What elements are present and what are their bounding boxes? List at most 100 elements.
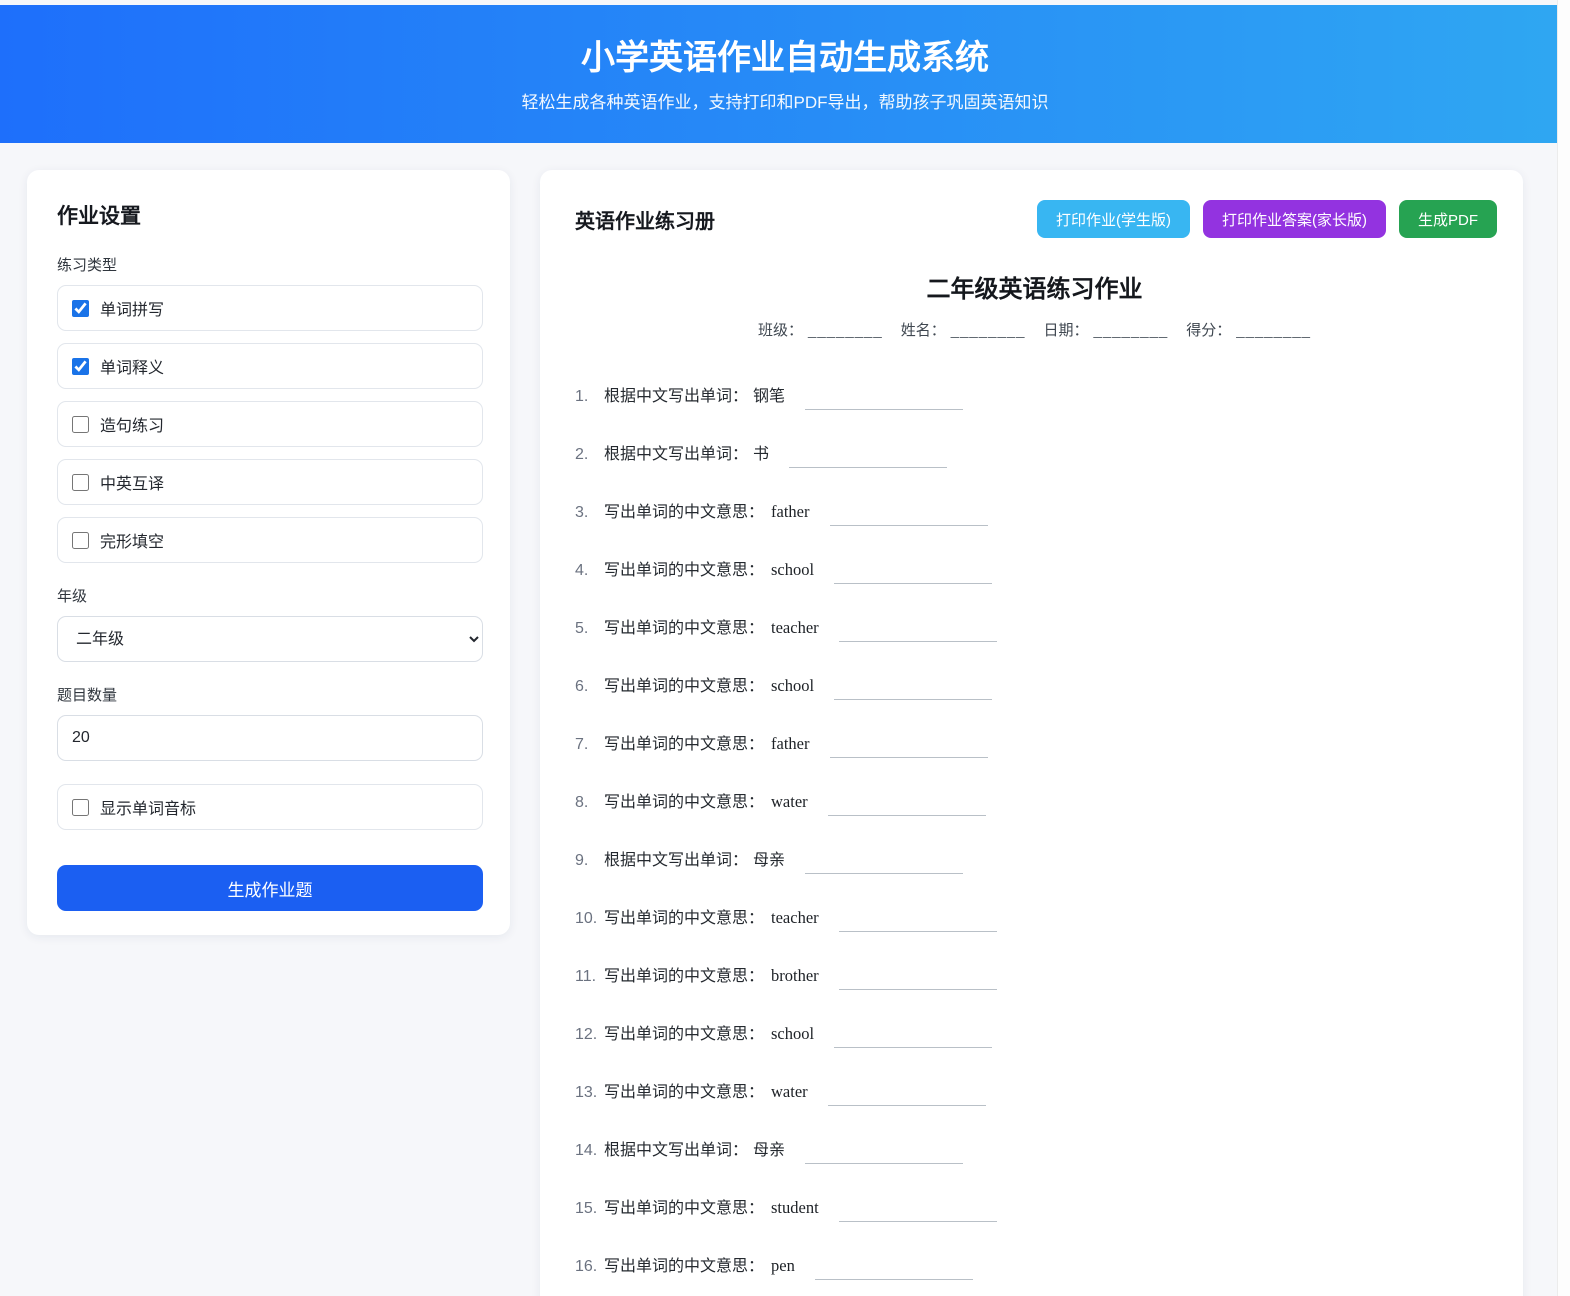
question-item: 14.根据中文写出单词：母亲: [575, 1136, 1497, 1160]
question-item: 10.写出单词的中文意思：teacher: [575, 904, 1497, 928]
exercise-type-label-text: 单词释义: [100, 354, 164, 378]
question-prompt: 写出单词的中文意思：: [604, 562, 764, 579]
info-field-label: 姓名：: [901, 322, 946, 339]
exercise-type-checkbox[interactable]: [72, 532, 89, 549]
worksheet-sheet: 二年级英语练习作业 班级：________姓名：________日期：_____…: [572, 269, 1497, 1296]
question-term: student: [771, 1198, 819, 1217]
question-prompt: 根据中文写出单词：: [604, 446, 748, 463]
info-field-label: 得分：: [1186, 322, 1231, 339]
info-field-label: 班级：: [758, 322, 803, 339]
phonetic-checkbox[interactable]: [72, 799, 89, 816]
generate-pdf-button[interactable]: 生成PDF: [1399, 200, 1497, 238]
question-prompt: 根据中文写出单词：: [604, 852, 748, 869]
info-field-blank: ________: [808, 322, 883, 339]
question-prompt: 写出单词的中文意思：: [604, 504, 764, 521]
answer-blank: [839, 628, 997, 642]
question-prompt: 写出单词的中文意思：: [604, 678, 764, 695]
settings-title: 作业设置: [57, 200, 483, 230]
question-prompt: 写出单词的中文意思：: [604, 968, 764, 985]
info-field-label: 日期：: [1044, 322, 1089, 339]
question-item: 12.写出单词的中文意思：school: [575, 1020, 1497, 1044]
question-term: school: [771, 1024, 814, 1043]
answer-blank: [789, 454, 947, 468]
question-term: father: [771, 502, 809, 521]
worksheet-panel: 英语作业练习册 打印作业(学生版) 打印作业答案(家长版) 生成PDF 二年级英…: [540, 170, 1523, 1296]
exercise-type-row[interactable]: 单词拼写: [57, 285, 483, 331]
question-number: 15.: [575, 1200, 604, 1218]
question-item: 9.根据中文写出单词： 母亲: [575, 846, 1497, 870]
question-list: 1.根据中文写出单词：钢笔2.根据中文写出单词：书3.写出单词的中文意思：fat…: [572, 382, 1497, 1296]
question-prompt: 写出单词的中文意思：: [604, 794, 764, 811]
generate-button[interactable]: 生成作业题: [57, 865, 483, 911]
scrollbar[interactable]: [1557, 0, 1570, 1296]
info-field-blank: ________: [1236, 322, 1311, 339]
question-prompt: 根据中文写出单词：: [604, 1142, 748, 1159]
worksheet-actions: 打印作业(学生版) 打印作业答案(家长版) 生成PDF: [1037, 200, 1497, 238]
answer-blank: [839, 1208, 997, 1222]
question-number: 16.: [575, 1258, 604, 1276]
question-prompt: 写出单词的中文意思：: [604, 736, 764, 753]
print-student-button[interactable]: 打印作业(学生版): [1037, 200, 1190, 238]
exercise-type-label-text: 造句练习: [100, 412, 164, 436]
info-field: 姓名： ________: [901, 322, 1026, 339]
exercise-type-checkbox[interactable]: [72, 358, 89, 375]
question-item: 13.写出单词的中文意思：water: [575, 1078, 1497, 1102]
exercise-type-label: 练习类型: [57, 254, 483, 275]
question-prompt: 写出单词的中文意思：: [604, 1258, 764, 1275]
question-item: 4.写出单词的中文意思：school: [575, 556, 1497, 580]
phonetic-checkbox-label: 显示单词音标: [100, 795, 196, 819]
question-prompt: 写出单词的中文意思：: [604, 620, 764, 637]
answer-blank: [805, 1150, 963, 1164]
question-item: 3.写出单词的中文意思：father: [575, 498, 1497, 522]
exercise-type-row[interactable]: 单词释义: [57, 343, 483, 389]
question-item: 2.根据中文写出单词：书: [575, 440, 1497, 464]
question-item: 16.写出单词的中文意思： pen: [575, 1252, 1497, 1276]
print-answers-button[interactable]: 打印作业答案(家长版): [1203, 200, 1386, 238]
exercise-type-row[interactable]: 完形填空: [57, 517, 483, 563]
exercise-type-checkbox[interactable]: [72, 300, 89, 317]
question-item: 8.写出单词的中文意思： water: [575, 788, 1497, 812]
exercise-type-checkbox[interactable]: [72, 474, 89, 491]
question-term: 钢笔: [753, 388, 785, 405]
answer-blank: [830, 744, 988, 758]
question-prompt: 写出单词的中文意思：: [604, 910, 764, 927]
question-term: teacher: [771, 908, 819, 927]
worksheet-panel-title: 英语作业练习册: [572, 205, 715, 234]
question-term: 母亲: [753, 852, 785, 869]
question-term: 母亲: [753, 1142, 785, 1159]
grade-select[interactable]: 二年级: [57, 616, 483, 662]
question-prompt: 根据中文写出单词：: [604, 388, 748, 405]
answer-blank: [828, 1092, 986, 1106]
question-term: water: [771, 792, 808, 811]
question-count-input[interactable]: [57, 715, 483, 761]
question-number: 9.: [575, 852, 604, 870]
info-field: 得分： ________: [1186, 322, 1311, 339]
phonetic-checkbox-row[interactable]: 显示单词音标: [57, 784, 483, 830]
answer-blank: [805, 396, 963, 410]
question-number: 12.: [575, 1026, 604, 1044]
answer-blank: [834, 570, 992, 584]
question-prompt: 写出单词的中文意思：: [604, 1084, 764, 1101]
question-number: 8.: [575, 794, 604, 812]
question-item: 1.根据中文写出单词：钢笔: [575, 382, 1497, 406]
question-number: 4.: [575, 562, 604, 580]
app-header: 小学英语作业自动生成系统 轻松生成各种英语作业，支持打印和PDF导出，帮助孩子巩…: [0, 5, 1570, 143]
exercise-type-checkbox[interactable]: [72, 416, 89, 433]
question-item: 7.写出单词的中文意思：father: [575, 730, 1497, 754]
exercise-type-row[interactable]: 造句练习: [57, 401, 483, 447]
worksheet-panel-header: 英语作业练习册 打印作业(学生版) 打印作业答案(家长版) 生成PDF: [572, 200, 1497, 238]
answer-blank: [834, 1034, 992, 1048]
main-content: 作业设置 练习类型 单词拼写单词释义造句练习中英互译完形填空 年级 二年级 题目…: [0, 143, 1570, 1296]
exercise-type-row[interactable]: 中英互译: [57, 459, 483, 505]
info-field-blank: ________: [951, 322, 1026, 339]
info-field: 日期：________: [1044, 322, 1169, 339]
answer-blank: [830, 512, 988, 526]
app-subtitle: 轻松生成各种英语作业，支持打印和PDF导出，帮助孩子巩固英语知识: [0, 88, 1570, 113]
question-prompt: 写出单词的中文意思：: [604, 1200, 764, 1217]
exercise-type-label-text: 中英互译: [100, 470, 164, 494]
question-term: pen: [771, 1256, 795, 1275]
app-title: 小学英语作业自动生成系统: [0, 38, 1570, 78]
question-term: water: [771, 1082, 808, 1101]
worksheet-info-line: 班级： ________ 姓名： ________ 日期：________ 得分： ____…: [572, 319, 1497, 340]
question-term: father: [771, 734, 809, 753]
